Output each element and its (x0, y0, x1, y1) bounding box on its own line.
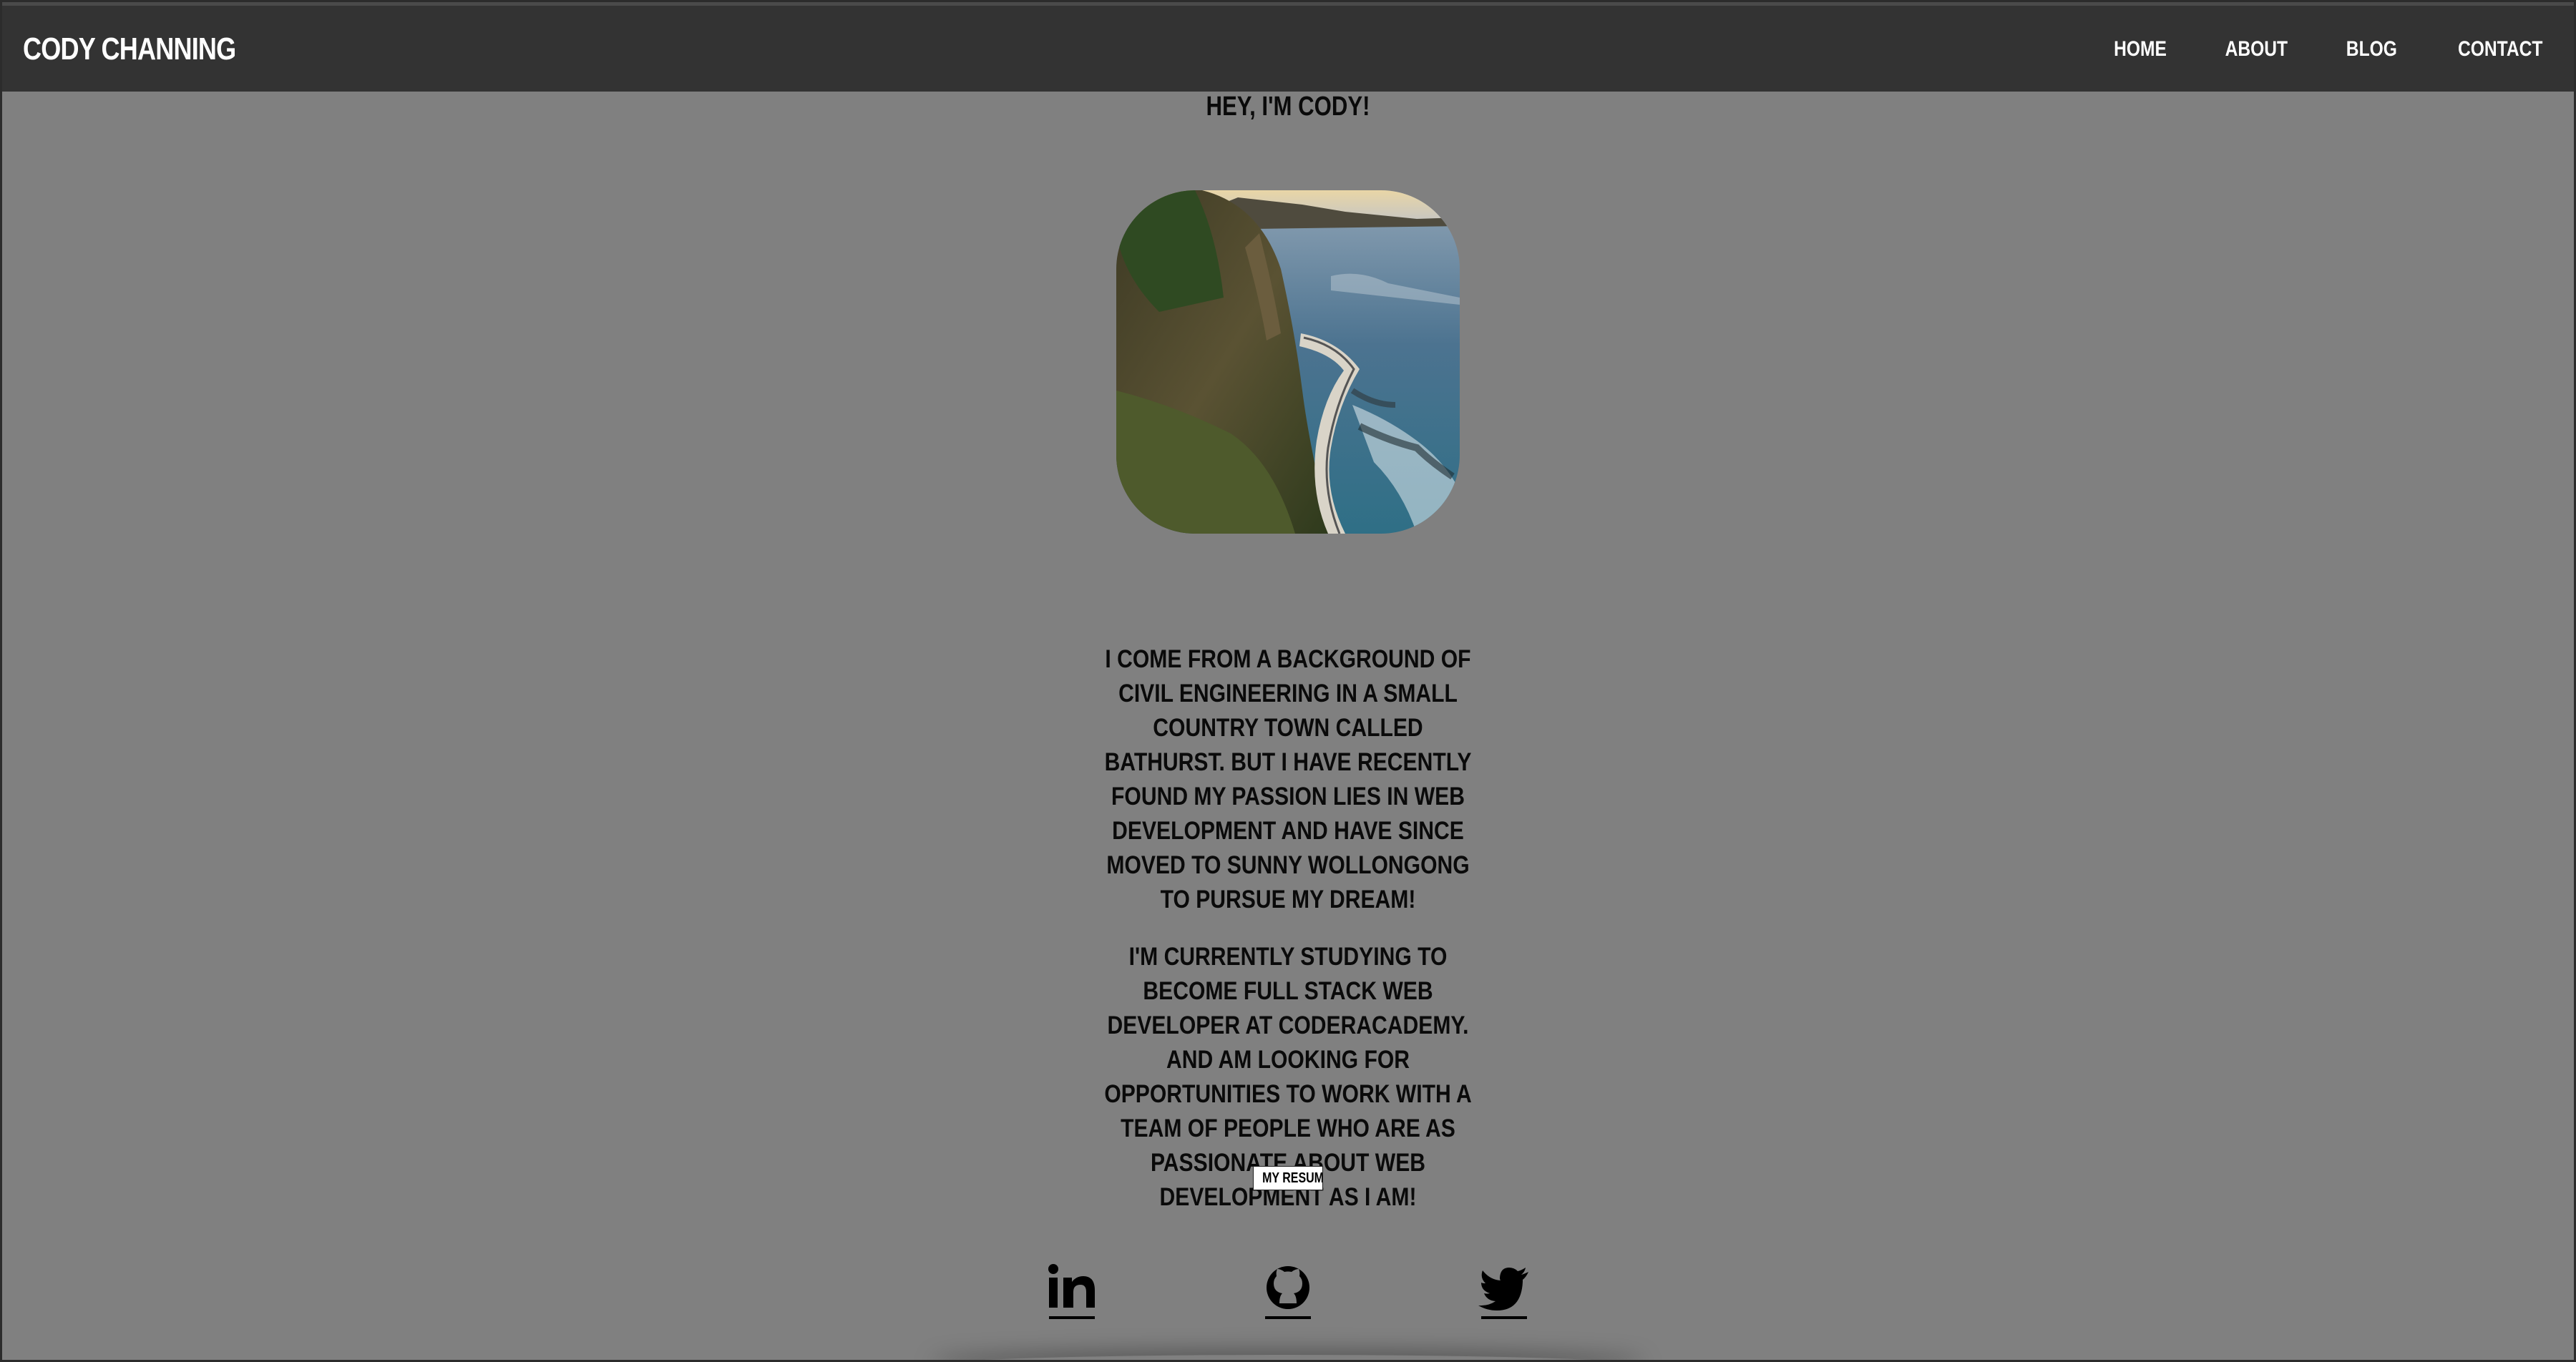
linkedin-icon (1048, 1264, 1095, 1308)
coastal-bridge-image (1116, 190, 1460, 534)
resume-button-label: MY RESUME (1262, 1170, 1323, 1186)
twitter-icon (1478, 1268, 1528, 1310)
twitter-underline (1481, 1316, 1527, 1319)
site-brand[interactable]: CODY CHANNING (23, 31, 236, 67)
nav-item-blog[interactable]: BLOG (2346, 37, 2397, 62)
linkedin-underline (1049, 1316, 1095, 1319)
main-content: HEY, I'M CODY! I COME FROM A BACKGROUND … (0, 92, 2576, 1362)
social-links (0, 1262, 2576, 1319)
nav-item-contact[interactable]: CONTACT (2458, 37, 2542, 62)
greeting-heading: HEY, I'M CODY! (1206, 92, 1370, 122)
github-icon (1267, 1266, 1309, 1309)
site-header: CODY CHANNING HOME ABOUT BLOG CONTACT (0, 0, 2576, 92)
profile-photo (1116, 190, 1460, 534)
twitter-link[interactable] (1477, 1262, 1531, 1319)
resume-button[interactable]: MY RESUME (1253, 1166, 1323, 1190)
main-nav: HOME ABOUT BLOG CONTACT (2108, 37, 2552, 62)
bio-paragraph: I COME FROM A BACKGROUND OF CIVIL ENGINE… (1104, 645, 1472, 913)
linkedin-link[interactable] (1045, 1262, 1099, 1319)
github-link[interactable] (1261, 1262, 1315, 1319)
nav-item-about[interactable]: ABOUT (2225, 37, 2288, 62)
nav-item-home[interactable]: HOME (2114, 37, 2167, 62)
github-underline (1265, 1316, 1311, 1319)
footer-edge (930, 1355, 1646, 1362)
